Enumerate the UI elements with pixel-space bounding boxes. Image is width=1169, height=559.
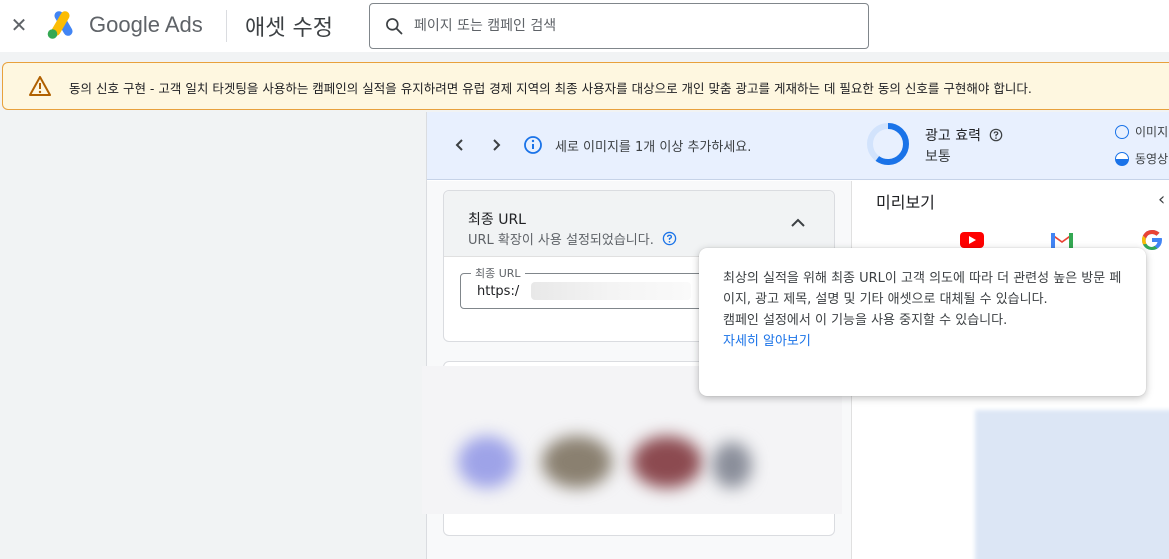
- thumbnail-image[interactable]: [458, 436, 516, 488]
- legend-image-label: 이미지: [1135, 125, 1169, 139]
- chevron-left-icon[interactable]: ‹: [1158, 189, 1165, 210]
- search-icon: [386, 18, 403, 35]
- search-input[interactable]: [414, 18, 854, 34]
- preview-ad-image: [975, 410, 1169, 559]
- chevron-right-icon[interactable]: [485, 134, 507, 156]
- ad-strength-ring: [867, 123, 909, 165]
- banner-message: 동의 신호 구현 - 고객 일치 타겟팅을 사용하는 캠페인의 실적을 유지하려…: [69, 81, 1032, 96]
- help-icon[interactable]: [989, 128, 1003, 142]
- redacted-url: [531, 282, 691, 300]
- info-icon: [524, 136, 542, 154]
- chevron-up-icon[interactable]: [788, 213, 808, 233]
- tooltip-text-2: 캠페인 설정에서 이 기능을 사용 중지할 수 있습니다.: [723, 313, 1008, 328]
- tooltip-text-1: 최상의 실적을 위해 최종 URL이 고객 의도에 따라 더 관련성 높은 방문…: [723, 271, 1122, 307]
- learn-more-link[interactable]: 자세히 알아보기: [723, 334, 811, 349]
- half-circle-icon: [1115, 151, 1129, 166]
- ad-strength-label-text: 광고 효력: [925, 128, 981, 144]
- legend-video-label: 동영상: [1135, 152, 1169, 166]
- chevron-left-icon[interactable]: [449, 134, 471, 156]
- page-title: 애셋 수정: [245, 16, 333, 41]
- final-url-field[interactable]: 최종 URL https:/: [460, 265, 720, 309]
- final-url-subtitle: URL 확장이 사용 설정되었습니다.: [468, 229, 677, 248]
- thumbnail-image[interactable]: [632, 436, 702, 488]
- product-name: Google Ads: [89, 12, 203, 37]
- consent-warning-banner: 동의 신호 구현 - 고객 일치 타겟팅을 사용하는 캠페인의 실적을 유지하려…: [2, 62, 1169, 110]
- search-box[interactable]: [369, 3, 869, 49]
- final-url-title: 최종 URL: [468, 212, 526, 228]
- thumbnail-image[interactable]: [712, 442, 752, 488]
- ad-strength-value: 보통: [925, 149, 951, 165]
- google-ads-logo: [47, 11, 73, 39]
- thumbnail-image[interactable]: [542, 436, 612, 488]
- final-url-field-label: 최종 URL: [471, 265, 525, 281]
- warning-icon: [29, 76, 51, 96]
- legend-image: 이미지: [1115, 123, 1168, 140]
- final-url-subtitle-text: URL 확장이 사용 설정되었습니다.: [468, 233, 654, 248]
- preview-title: 미리보기: [876, 193, 935, 212]
- final-url-value[interactable]: https:/: [477, 284, 519, 299]
- final-url-tooltip: 최상의 실적을 위해 최종 URL이 고객 의도에 따라 더 관련성 높은 방문…: [699, 248, 1146, 396]
- top-bar: ✕ Google Ads 애셋 수정: [0, 0, 1169, 52]
- ad-strength-label: 광고 효력: [925, 125, 1003, 145]
- header-divider: [226, 10, 227, 42]
- legend-video: 동영상: [1115, 150, 1168, 167]
- empty-circle-icon: [1115, 124, 1129, 139]
- help-icon[interactable]: [662, 231, 677, 246]
- info-strip: 세로 이미지를 1개 이상 추가하세요. 광고 효력 보통 이미지 동영상: [427, 112, 1169, 180]
- info-message: 세로 이미지를 1개 이상 추가하세요.: [555, 140, 752, 155]
- close-icon[interactable]: ✕: [8, 13, 30, 37]
